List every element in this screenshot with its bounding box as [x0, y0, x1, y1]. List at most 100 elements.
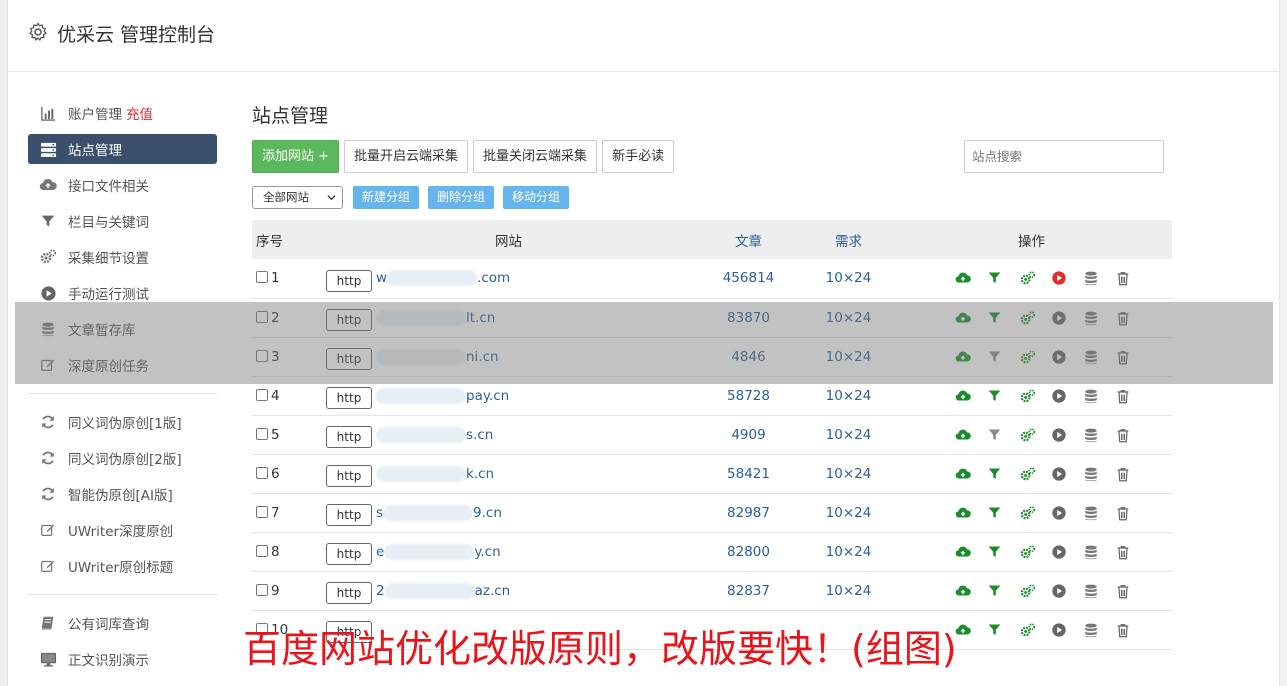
- demand-value[interactable]: 10×24: [806, 415, 891, 454]
- row-checkbox[interactable]: [256, 544, 268, 557]
- site-search-input[interactable]: [964, 140, 1164, 173]
- gears-icon[interactable]: [1019, 622, 1036, 638]
- cloud-upload-icon[interactable]: [955, 544, 971, 560]
- trash-icon[interactable]: [1115, 622, 1131, 638]
- filter-icon[interactable]: [987, 466, 1003, 482]
- database-icon[interactable]: [1083, 310, 1099, 326]
- trash-icon[interactable]: [1115, 270, 1131, 286]
- play-circle-icon[interactable]: [1051, 583, 1067, 599]
- site-domain-link[interactable]: lt.cn: [376, 309, 495, 326]
- protocol-badge[interactable]: http: [326, 269, 372, 292]
- cloud-upload-icon[interactable]: [955, 583, 971, 599]
- cloud-upload-icon[interactable]: [955, 466, 971, 482]
- demand-value[interactable]: 10×24: [806, 259, 891, 298]
- trash-icon[interactable]: [1115, 505, 1131, 521]
- cloud-upload-icon[interactable]: [955, 349, 971, 365]
- site-domain-link[interactable]: s 9.cn: [376, 504, 502, 521]
- demand-value[interactable]: 10×24: [806, 298, 891, 337]
- cloud-upload-icon[interactable]: [955, 388, 971, 404]
- move-group-button[interactable]: 移动分组: [503, 185, 570, 209]
- filter-icon[interactable]: [987, 544, 1003, 560]
- gears-icon[interactable]: [1019, 466, 1036, 482]
- play-circle-icon[interactable]: [1051, 270, 1067, 286]
- beginner-guide-button[interactable]: 新手必读: [602, 140, 675, 173]
- gears-icon[interactable]: [1019, 544, 1036, 560]
- site-domain-link[interactable]: s.cn: [376, 426, 493, 443]
- cloud-upload-icon[interactable]: [955, 270, 971, 286]
- sidebar-item-8-main[interactable]: 深度原创任务: [28, 347, 217, 383]
- add-site-button[interactable]: 添加网站 +: [252, 140, 340, 173]
- batch-disable-cloud-button[interactable]: 批量关闭云端采集: [473, 140, 598, 173]
- filter-icon[interactable]: [987, 270, 1003, 286]
- site-group-select[interactable]: 全部网站: [252, 185, 343, 209]
- demand-value[interactable]: 10×24: [806, 571, 891, 610]
- sidebar-item-3-main[interactable]: 接口文件相关: [28, 167, 217, 203]
- gears-icon[interactable]: [1019, 349, 1036, 365]
- play-circle-icon[interactable]: [1051, 349, 1067, 365]
- article-count[interactable]: 82837: [691, 571, 806, 610]
- filter-icon[interactable]: [987, 505, 1003, 521]
- sidebar-item-2-tools[interactable]: 正文识别演示: [28, 641, 217, 677]
- gears-icon[interactable]: [1019, 583, 1036, 599]
- protocol-badge[interactable]: http: [326, 504, 372, 526]
- row-checkbox[interactable]: [256, 427, 268, 440]
- protocol-badge[interactable]: http: [326, 387, 372, 409]
- play-circle-icon[interactable]: [1051, 388, 1067, 404]
- sidebar-item-2-rewrite[interactable]: 同义词伪原创[2版]: [28, 440, 217, 476]
- site-domain-link[interactable]: k.cn: [376, 465, 494, 482]
- filter-icon[interactable]: [987, 583, 1003, 599]
- article-count[interactable]: 4909: [691, 415, 806, 454]
- row-checkbox[interactable]: [256, 466, 268, 479]
- delete-group-button[interactable]: 删除分组: [428, 185, 495, 209]
- article-count[interactable]: 456814: [691, 259, 806, 298]
- trash-icon[interactable]: [1115, 466, 1131, 482]
- site-domain-link[interactable]: w .com: [376, 270, 510, 287]
- site-domain-link[interactable]: e y.cn: [376, 543, 501, 560]
- database-icon[interactable]: [1083, 388, 1099, 404]
- article-count[interactable]: 82987: [691, 493, 806, 532]
- sidebar-item-3-rewrite[interactable]: 智能伪原创[AI版]: [28, 476, 217, 512]
- database-icon[interactable]: [1083, 349, 1099, 365]
- database-icon[interactable]: [1083, 270, 1099, 286]
- database-icon[interactable]: [1083, 505, 1099, 521]
- sidebar-item-5-rewrite[interactable]: UWriter原创标题: [28, 548, 217, 584]
- row-checkbox[interactable]: [256, 349, 268, 362]
- play-circle-icon[interactable]: [1051, 622, 1067, 638]
- filter-icon[interactable]: [987, 388, 1003, 404]
- row-checkbox[interactable]: [256, 310, 268, 323]
- article-count[interactable]: 4846: [691, 337, 806, 376]
- trash-icon[interactable]: [1115, 388, 1131, 404]
- play-circle-icon[interactable]: [1051, 466, 1067, 482]
- cloud-upload-icon[interactable]: [955, 310, 971, 326]
- sidebar-item-1-rewrite[interactable]: 同义词伪原创[1版]: [28, 404, 217, 440]
- protocol-badge[interactable]: http: [326, 348, 372, 370]
- trash-icon[interactable]: [1115, 544, 1131, 560]
- play-circle-icon[interactable]: [1051, 544, 1067, 560]
- database-icon[interactable]: [1083, 622, 1099, 638]
- site-domain-link[interactable]: pay.cn: [376, 387, 509, 404]
- trash-icon[interactable]: [1115, 427, 1131, 443]
- protocol-badge[interactable]: http: [326, 543, 372, 565]
- sidebar-item-6-main[interactable]: 手动运行测试: [28, 275, 217, 311]
- article-count[interactable]: 82800: [691, 532, 806, 571]
- gears-icon[interactable]: [1019, 270, 1036, 286]
- play-circle-icon[interactable]: [1051, 505, 1067, 521]
- sidebar-item-5-main[interactable]: 采集细节设置: [28, 239, 217, 275]
- sidebar-item-4-rewrite[interactable]: UWriter深度原创: [28, 512, 217, 548]
- trash-icon[interactable]: [1115, 349, 1131, 365]
- gears-icon[interactable]: [1019, 427, 1036, 443]
- sidebar-item-1-main[interactable]: 账户管理 充值: [28, 95, 217, 131]
- database-icon[interactable]: [1083, 583, 1099, 599]
- gears-icon[interactable]: [1019, 505, 1036, 521]
- demand-value[interactable]: 10×24: [806, 376, 891, 415]
- gears-icon[interactable]: [1019, 388, 1036, 404]
- demand-value[interactable]: 10×24: [806, 532, 891, 571]
- row-checkbox[interactable]: [256, 583, 268, 596]
- sidebar-item-2-main[interactable]: 站点管理: [28, 134, 217, 164]
- cloud-upload-icon[interactable]: [955, 427, 971, 443]
- protocol-badge[interactable]: http: [326, 582, 372, 604]
- cloud-upload-icon[interactable]: [955, 622, 971, 638]
- article-count[interactable]: 58421: [691, 454, 806, 493]
- demand-value[interactable]: 10×24: [806, 337, 891, 376]
- cloud-upload-icon[interactable]: [955, 505, 971, 521]
